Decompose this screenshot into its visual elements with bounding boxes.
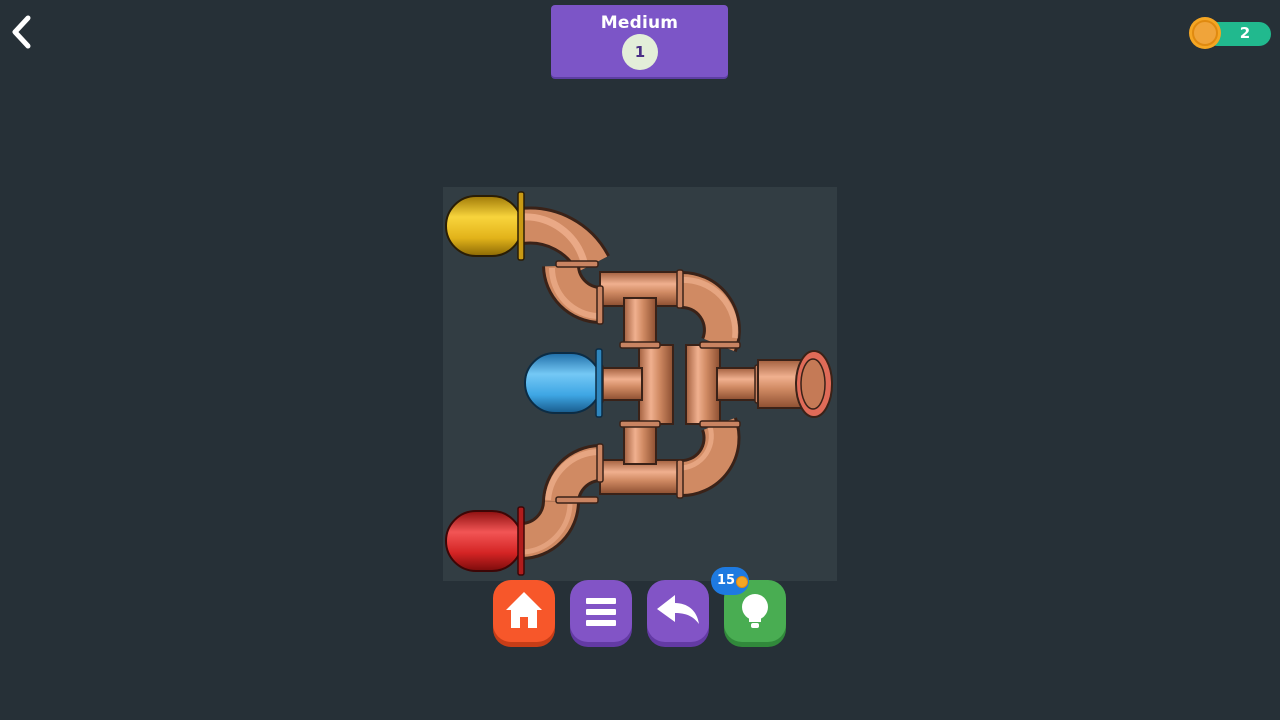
source-pipe-blue xyxy=(524,348,603,418)
home-icon xyxy=(506,592,542,628)
level-list-button[interactable] xyxy=(570,580,632,642)
hint-cost-value: 15 xyxy=(717,573,736,588)
home-button[interactable] xyxy=(493,580,555,642)
outlet-pipe xyxy=(757,350,833,418)
undo-icon xyxy=(657,595,699,624)
undo-button[interactable] xyxy=(647,580,709,642)
game-board xyxy=(443,187,837,581)
hint-cost-badge: 15 xyxy=(711,567,749,595)
list-icon xyxy=(586,598,616,626)
coin-small-icon xyxy=(736,576,748,588)
